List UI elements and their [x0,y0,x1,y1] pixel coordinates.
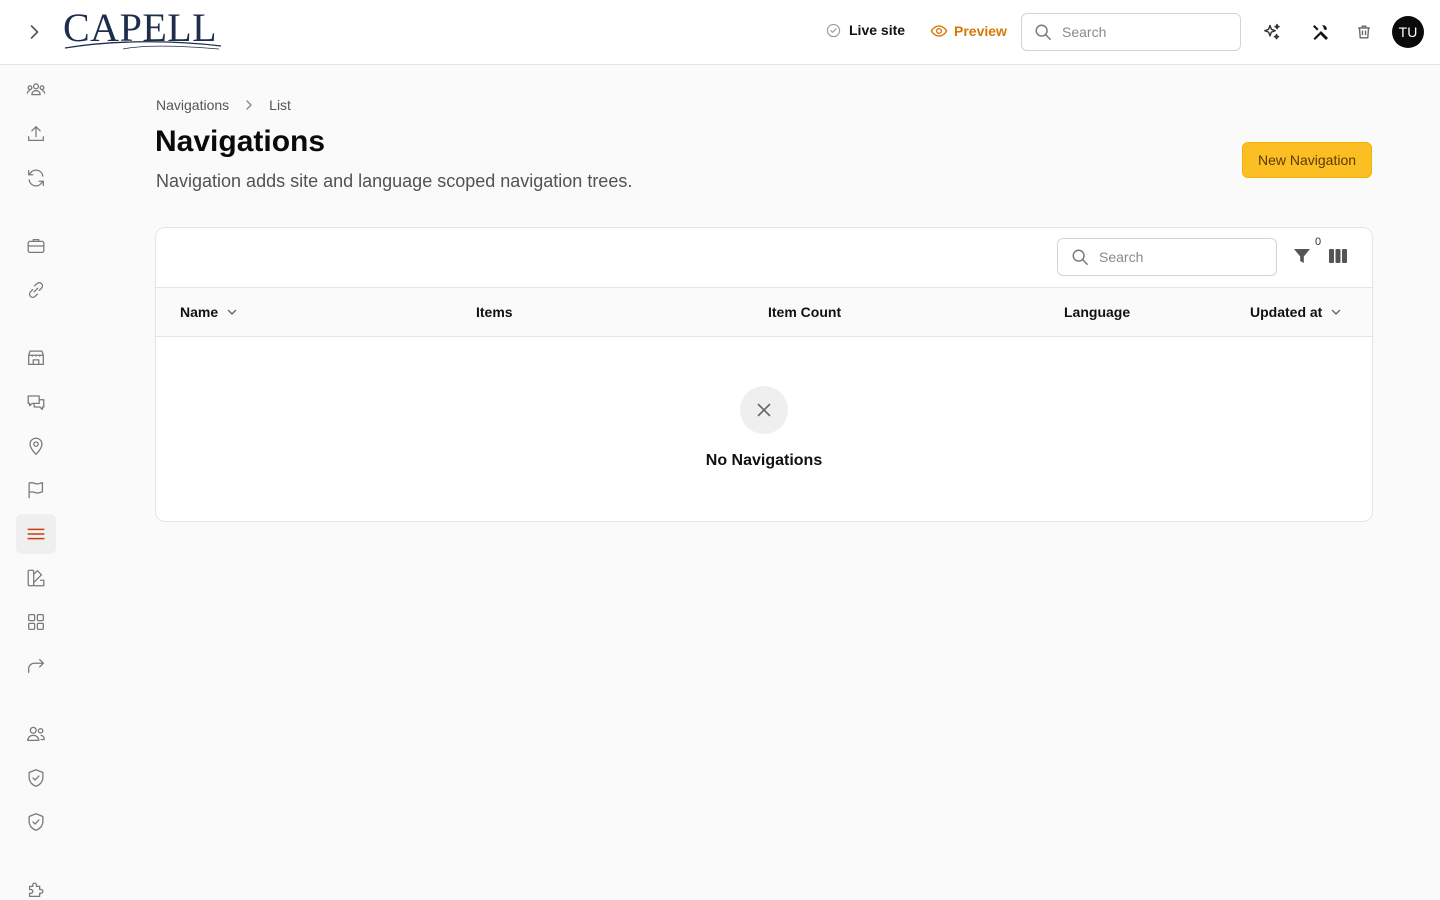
upload-icon [28,126,44,142]
store-icon [28,350,44,366]
search-icon [1072,249,1088,265]
sidebar-item-themes[interactable] [16,558,56,598]
column-label: Items [476,304,513,320]
sparkles-icon [1264,23,1280,40]
flag-icon [28,481,44,499]
chevron-right-icon [30,25,39,39]
page-description: Navigation adds site and language scoped… [156,171,633,191]
empty-state-icon [740,386,788,434]
navigations-table: 0 Name Items Item Count Language Updated… [155,227,1373,522]
breadcrumb-item-navigations[interactable]: Navigations [156,97,229,113]
filter-count-badge: 0 [1315,236,1322,248]
logo-swoosh-icon [64,41,222,50]
column-label: Updated at [1250,304,1323,320]
tools-button[interactable] [1308,20,1332,44]
redirect-icon [28,658,44,674]
chat-bubbles-icon [27,395,45,410]
sidebar-item-permissions[interactable] [16,802,56,842]
breadcrumb: Navigations List [156,97,291,113]
sidebar-item-widgets[interactable] [16,602,56,642]
filter-button[interactable] [1292,246,1312,268]
chevron-right-icon [246,100,252,110]
sidebar-item-messages[interactable] [16,382,56,422]
check-circle-icon [826,23,841,37]
user-avatar[interactable]: TU [1392,16,1424,48]
sidebar-item-navigations[interactable] [16,514,56,554]
preview-label: Preview [954,23,1007,39]
close-icon [757,403,771,417]
table-search-input[interactable] [1099,249,1249,265]
sidebar-item-sites[interactable] [16,338,56,378]
global-search[interactable] [1021,13,1241,51]
columns-icon [1329,249,1347,263]
swatch-icon [27,569,45,587]
chevron-down-icon [1332,309,1341,315]
sidebar-item-users-group[interactable] [16,70,56,110]
sidebar-item-users[interactable] [16,714,56,754]
table-toolbar: 0 [156,228,1372,288]
column-header-items: Items [476,304,513,320]
eye-icon [930,25,948,37]
column-header-item-count: Item Count [768,304,841,320]
new-navigation-button[interactable]: New Navigation [1242,142,1372,178]
trash-button[interactable] [1352,20,1376,44]
refresh-icon [28,169,44,187]
tools-icon [1313,25,1328,40]
empty-state: No Navigations [156,337,1372,521]
table-header: Name Items Item Count Language Updated a… [156,288,1372,337]
global-search-input[interactable] [1062,24,1212,40]
column-label: Name [180,304,219,320]
trash-icon [1358,25,1370,39]
sidebar-item-upload[interactable] [16,114,56,154]
top-bar: CAPELL Live site Preview TU [0,0,1440,65]
sidebar-item-plugins[interactable] [16,870,56,900]
page-title: Navigations [155,125,326,158]
shield-check-icon [28,813,44,831]
puzzle-icon [28,882,44,898]
column-label: Item Count [768,304,842,320]
menu-lines-icon [27,528,45,540]
sidebar-item-roles[interactable] [16,758,56,798]
sidebar-item-locations[interactable] [16,426,56,466]
briefcase-icon [27,238,45,254]
column-label: Language [1064,304,1131,320]
sidebar-item-briefcase[interactable] [16,226,56,266]
sidebar-expand-button[interactable] [22,20,46,44]
empty-state-text: No Navigations [705,452,823,469]
shield-check-icon [28,769,44,787]
live-site-link[interactable]: Live site [826,22,905,38]
breadcrumb-item-list: List [269,97,291,113]
sidebar [0,65,72,900]
users-group-icon [26,83,46,96]
live-site-label: Live site [849,22,906,38]
chevron-down-icon [227,309,237,315]
link-icon [28,282,44,298]
brand-logo[interactable]: CAPELL [63,8,223,52]
map-pin-icon [29,437,43,456]
sidebar-item-flags[interactable] [16,470,56,510]
column-header-name[interactable]: Name [180,304,238,320]
search-icon [1035,24,1051,40]
ai-sparkle-button[interactable] [1260,20,1284,44]
column-header-updated-at[interactable]: Updated at [1250,304,1342,320]
grid-icon [28,614,44,630]
preview-link[interactable]: Preview [930,22,1007,40]
column-header-language: Language [1064,304,1130,320]
toggle-columns-button[interactable] [1328,248,1348,266]
filter-icon [1294,249,1310,263]
sidebar-item-sync[interactable] [16,158,56,198]
sidebar-item-redirects[interactable] [16,646,56,686]
users-icon [27,726,45,742]
sidebar-item-links[interactable] [16,270,56,310]
table-search[interactable] [1057,238,1277,276]
